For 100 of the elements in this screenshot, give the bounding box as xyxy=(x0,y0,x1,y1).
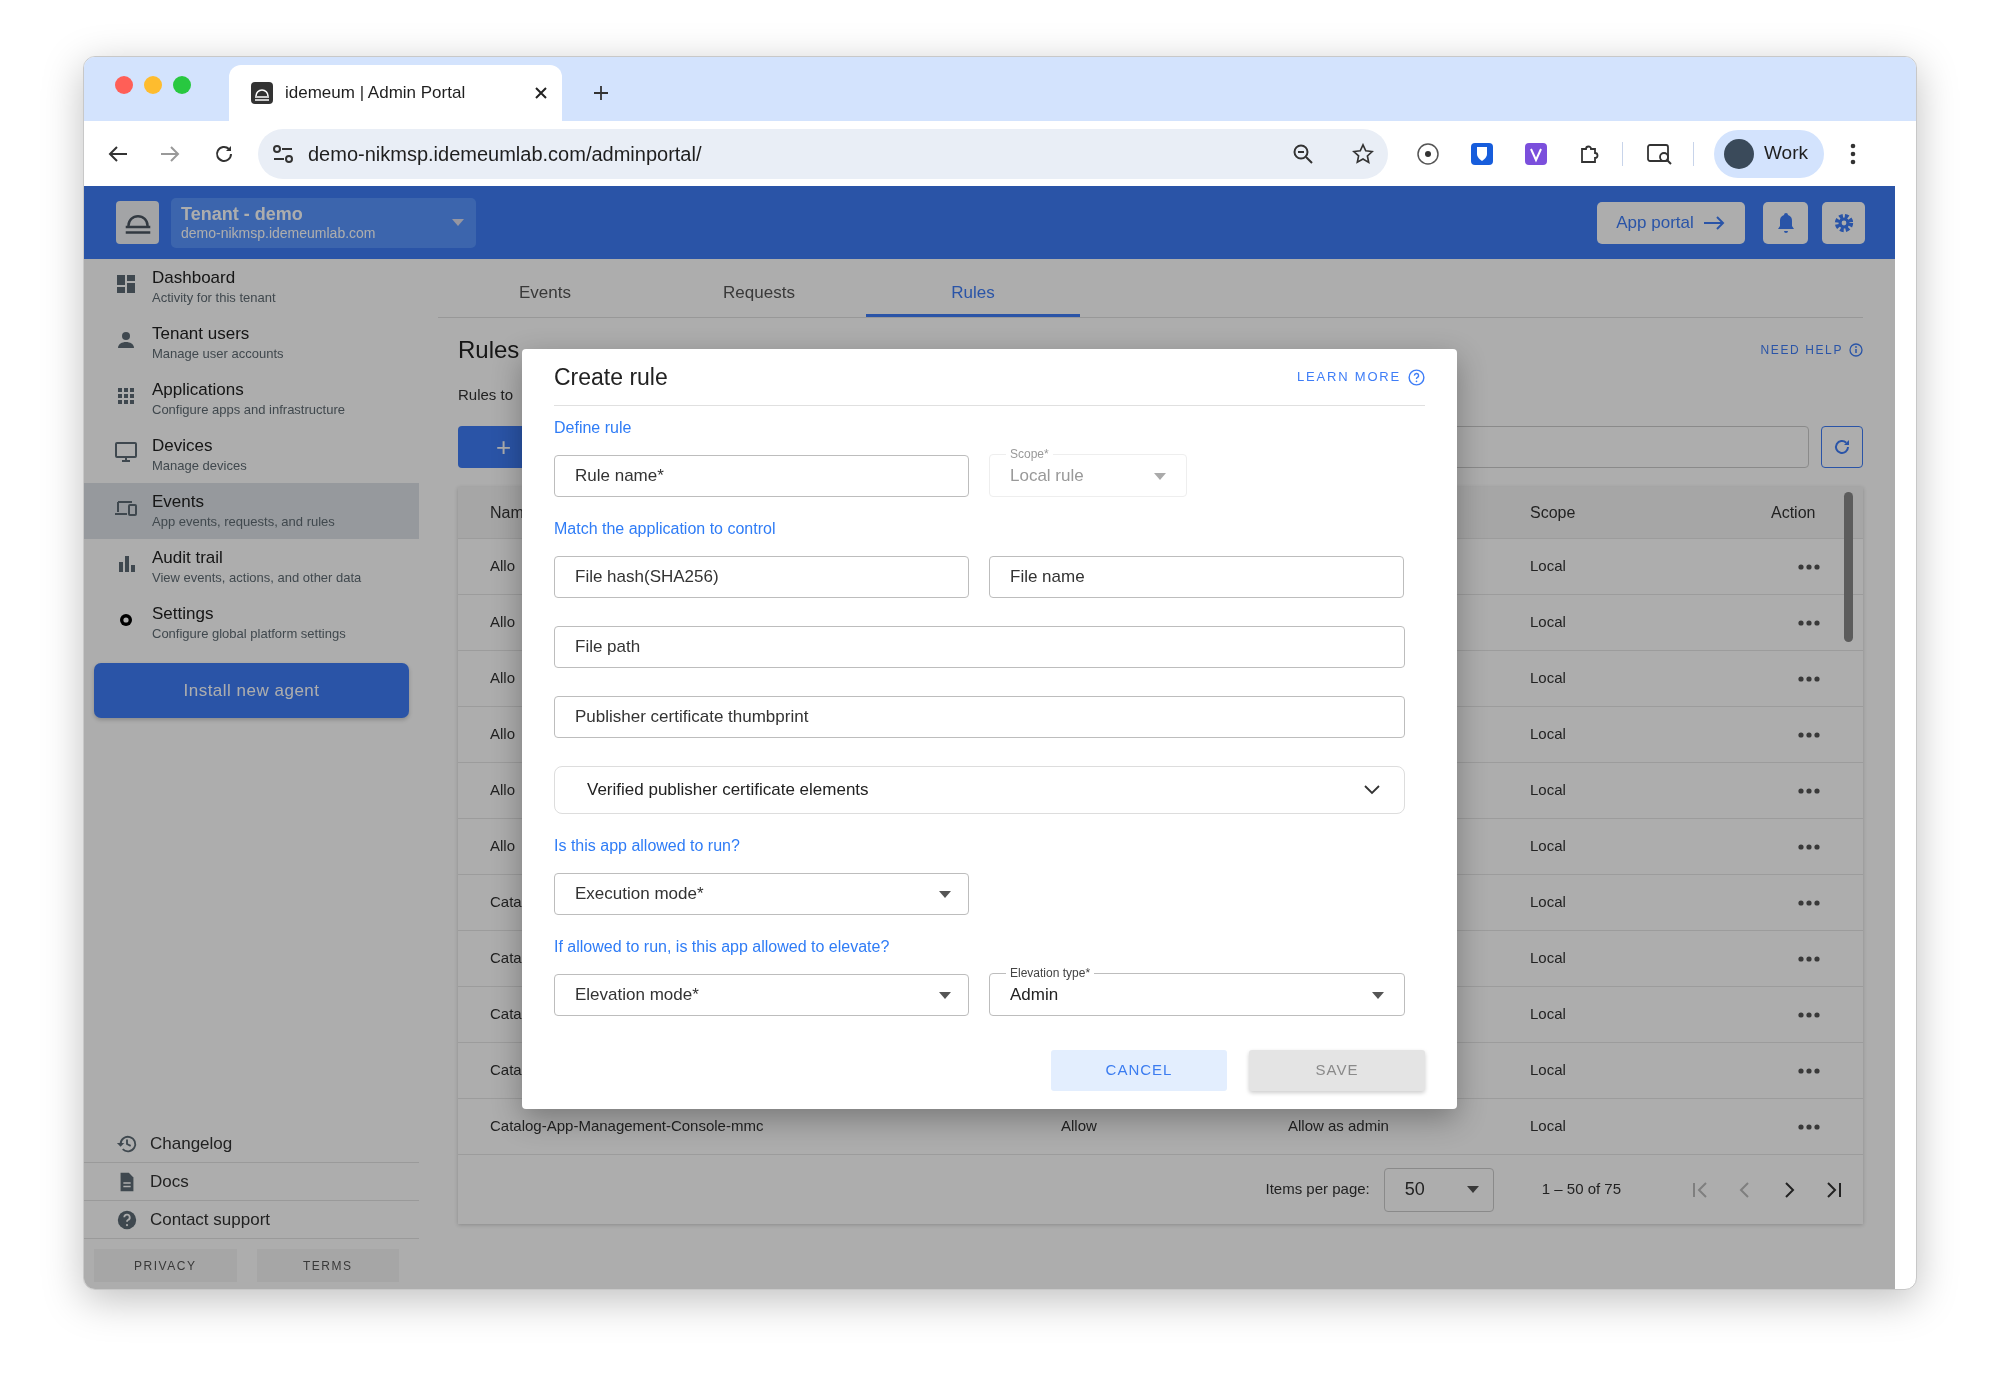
tab-search-icon[interactable] xyxy=(1647,142,1673,165)
item-subtitle: View events, actions, and other data xyxy=(152,569,362,586)
footer-link[interactable]: PRIVACY xyxy=(94,1249,237,1282)
bell-icon xyxy=(1775,211,1796,234)
tab-title: idemeum | Admin Portal xyxy=(285,82,467,105)
sidebar-item[interactable]: Dashboard Activity for this tenant xyxy=(84,259,419,315)
chevron-icon xyxy=(1364,785,1380,795)
more-icon[interactable] xyxy=(1798,1123,1820,1130)
extension-icon[interactable] xyxy=(1416,141,1440,166)
section-heading: If allowed to run, is this app allowed to elevate? xyxy=(554,937,891,957)
caret-icon xyxy=(1466,1186,1479,1193)
more-icon[interactable] xyxy=(1798,899,1820,906)
sidebar-link[interactable]: Contact support xyxy=(84,1201,419,1239)
tab-favicon-icon xyxy=(251,82,273,104)
more-icon[interactable] xyxy=(1798,675,1820,682)
sidebar-link[interactable]: Changelog xyxy=(84,1125,419,1163)
table-cell: Local xyxy=(1530,725,1566,743)
select-value: 50 xyxy=(1404,1178,1425,1201)
more-icon[interactable] xyxy=(1798,563,1820,570)
input-field[interactable]: File name xyxy=(989,556,1404,598)
caret-icon xyxy=(939,992,951,999)
more-icon[interactable] xyxy=(1798,843,1820,850)
table-cell: Catalog-App-Management-Console-mmc xyxy=(490,1117,764,1135)
forward-icon[interactable] xyxy=(160,144,180,163)
profile-button[interactable]: Work xyxy=(1714,129,1824,178)
input-field[interactable]: File hash(SHA256) xyxy=(554,556,969,598)
sidebar-item[interactable]: Events App events, requests, and rules xyxy=(84,483,419,539)
tab[interactable]: Events xyxy=(438,271,652,317)
sidebar-item[interactable]: Audit trail View events, actions, and other data xyxy=(84,539,419,595)
column-header: Action xyxy=(1771,502,1817,523)
sidebar-item[interactable]: Devices Manage devices xyxy=(84,427,419,483)
select-value: Admin xyxy=(1010,984,1059,1006)
close-icon[interactable] xyxy=(534,86,548,100)
table-cell: Allow as admin xyxy=(1288,1117,1389,1135)
more-icon[interactable] xyxy=(1798,731,1820,738)
item-subtitle: Configure global platform settings xyxy=(152,625,346,642)
table-cell: Allo xyxy=(490,613,515,631)
panel-title: Verified publisher certificate elements xyxy=(587,779,869,802)
table-cell: Local xyxy=(1530,1061,1566,1079)
input-field[interactable]: Publisher certificate thumbprint xyxy=(554,696,1405,738)
section-heading: Match the application to control xyxy=(554,519,777,539)
table-cell: Local xyxy=(1530,1005,1566,1023)
zoom-icon[interactable] xyxy=(1292,142,1314,165)
page-range: 1 – 50 of 75 xyxy=(1541,1179,1621,1200)
select-field[interactable]: Elevation type* Admin xyxy=(989,966,1405,1016)
back-icon[interactable] xyxy=(108,144,128,163)
shield-icon[interactable] xyxy=(1470,141,1494,166)
table-cell: Allow xyxy=(1061,1117,1097,1135)
sidebar-link[interactable]: Docs xyxy=(84,1163,419,1201)
select-field[interactable]: Elevation mode* xyxy=(554,974,969,1016)
browser-tab[interactable]: idemeum | Admin Portal xyxy=(229,65,562,121)
more-icon[interactable] xyxy=(1798,955,1820,962)
footer-link[interactable]: TERMS xyxy=(256,1249,399,1282)
item-title: Tenant users xyxy=(152,323,251,345)
logo[interactable] xyxy=(116,201,159,244)
table-cell: Cata xyxy=(490,949,522,967)
more-icon[interactable] xyxy=(1798,1067,1820,1074)
item-subtitle: Manage user accounts xyxy=(152,345,284,362)
new-tab-icon[interactable] xyxy=(592,84,610,102)
table-cell: Cata xyxy=(490,1061,522,1079)
star-icon[interactable] xyxy=(1352,142,1374,165)
section-heading: Is this app allowed to run? xyxy=(554,836,741,856)
tab[interactable]: Requests xyxy=(652,271,866,317)
item-title: Dashboard xyxy=(152,267,237,289)
select-field[interactable]: Execution mode* xyxy=(554,873,969,915)
reload-icon[interactable] xyxy=(214,143,234,164)
avatar-icon xyxy=(1724,138,1754,169)
tenant-domain: demo-nikmsp.idemeumlab.com xyxy=(181,224,377,242)
help-icon xyxy=(116,1208,138,1231)
site-settings-icon[interactable] xyxy=(272,143,294,164)
field-label: Scope* xyxy=(1009,447,1050,461)
info-icon xyxy=(1849,343,1863,357)
dialog-title: Create rule xyxy=(554,362,668,392)
items-per-page-label: Items per page: xyxy=(1265,1179,1370,1200)
item-subtitle: App events, requests, and rules xyxy=(152,513,335,530)
sidebar-item[interactable]: Tenant users Manage user accounts xyxy=(84,315,419,371)
item-title: Devices xyxy=(152,435,214,457)
menu-icon[interactable] xyxy=(1850,142,1856,165)
per-page-select[interactable]: 50 xyxy=(1383,1167,1494,1212)
input-field[interactable]: File path xyxy=(554,626,1405,668)
more-icon[interactable] xyxy=(1798,787,1820,794)
section-heading: Define rule xyxy=(554,418,633,438)
sidebar-item[interactable]: Applications Configure apps and infrastructure xyxy=(84,371,419,427)
settings-button[interactable] xyxy=(1822,201,1865,244)
more-icon[interactable] xyxy=(1798,1011,1820,1018)
input-field[interactable]: Rule name* xyxy=(554,455,969,497)
refresh-icon xyxy=(1832,437,1852,457)
table-cell: Cata xyxy=(490,1005,522,1023)
more-icon[interactable] xyxy=(1798,619,1820,626)
table-cell: Cata xyxy=(490,893,522,911)
expansion-panel[interactable]: Verified publisher certificate elements xyxy=(554,766,1405,814)
table-cell: Allo xyxy=(490,725,515,743)
page-title: Rules xyxy=(458,336,520,364)
column-header: Scope xyxy=(1530,502,1577,523)
sidebar-item[interactable]: Settings Configure global platform settings xyxy=(84,595,419,651)
learn-more-link[interactable]: LEARN MORE xyxy=(1297,367,1425,387)
refresh-button[interactable] xyxy=(1821,426,1863,468)
scrollbar-thumb[interactable] xyxy=(1844,492,1853,642)
notifications-button[interactable] xyxy=(1763,201,1808,244)
page-description: Rules to xyxy=(458,385,515,405)
